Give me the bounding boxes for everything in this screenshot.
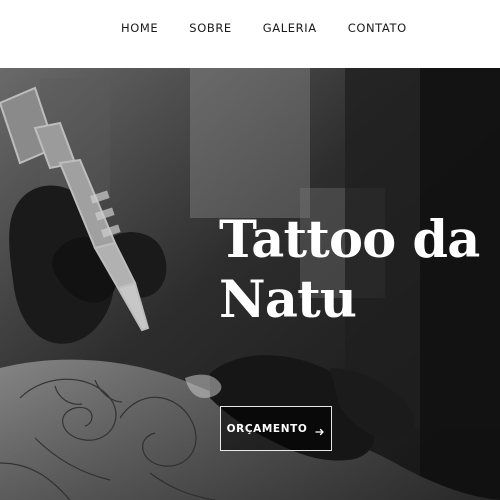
arrow-right-icon (315, 424, 325, 435)
hero-title: Tattoo da Natu (219, 210, 480, 331)
nav-contato-link[interactable]: CONTATO (348, 23, 407, 35)
nav-home-link[interactable]: HOME (121, 23, 158, 35)
orcamento-button-label: ORÇAMENTO (226, 422, 308, 435)
hero-section: Tattoo da Natu ORÇAMENTO (0, 68, 500, 500)
orcamento-button[interactable]: ORÇAMENTO (220, 406, 332, 451)
top-navigation-bar: HOME SOBRE GALERIA CONTATO (0, 0, 500, 68)
nav-sobre-link[interactable]: SOBRE (189, 23, 232, 35)
nav-galeria-link[interactable]: GALERIA (263, 23, 317, 35)
